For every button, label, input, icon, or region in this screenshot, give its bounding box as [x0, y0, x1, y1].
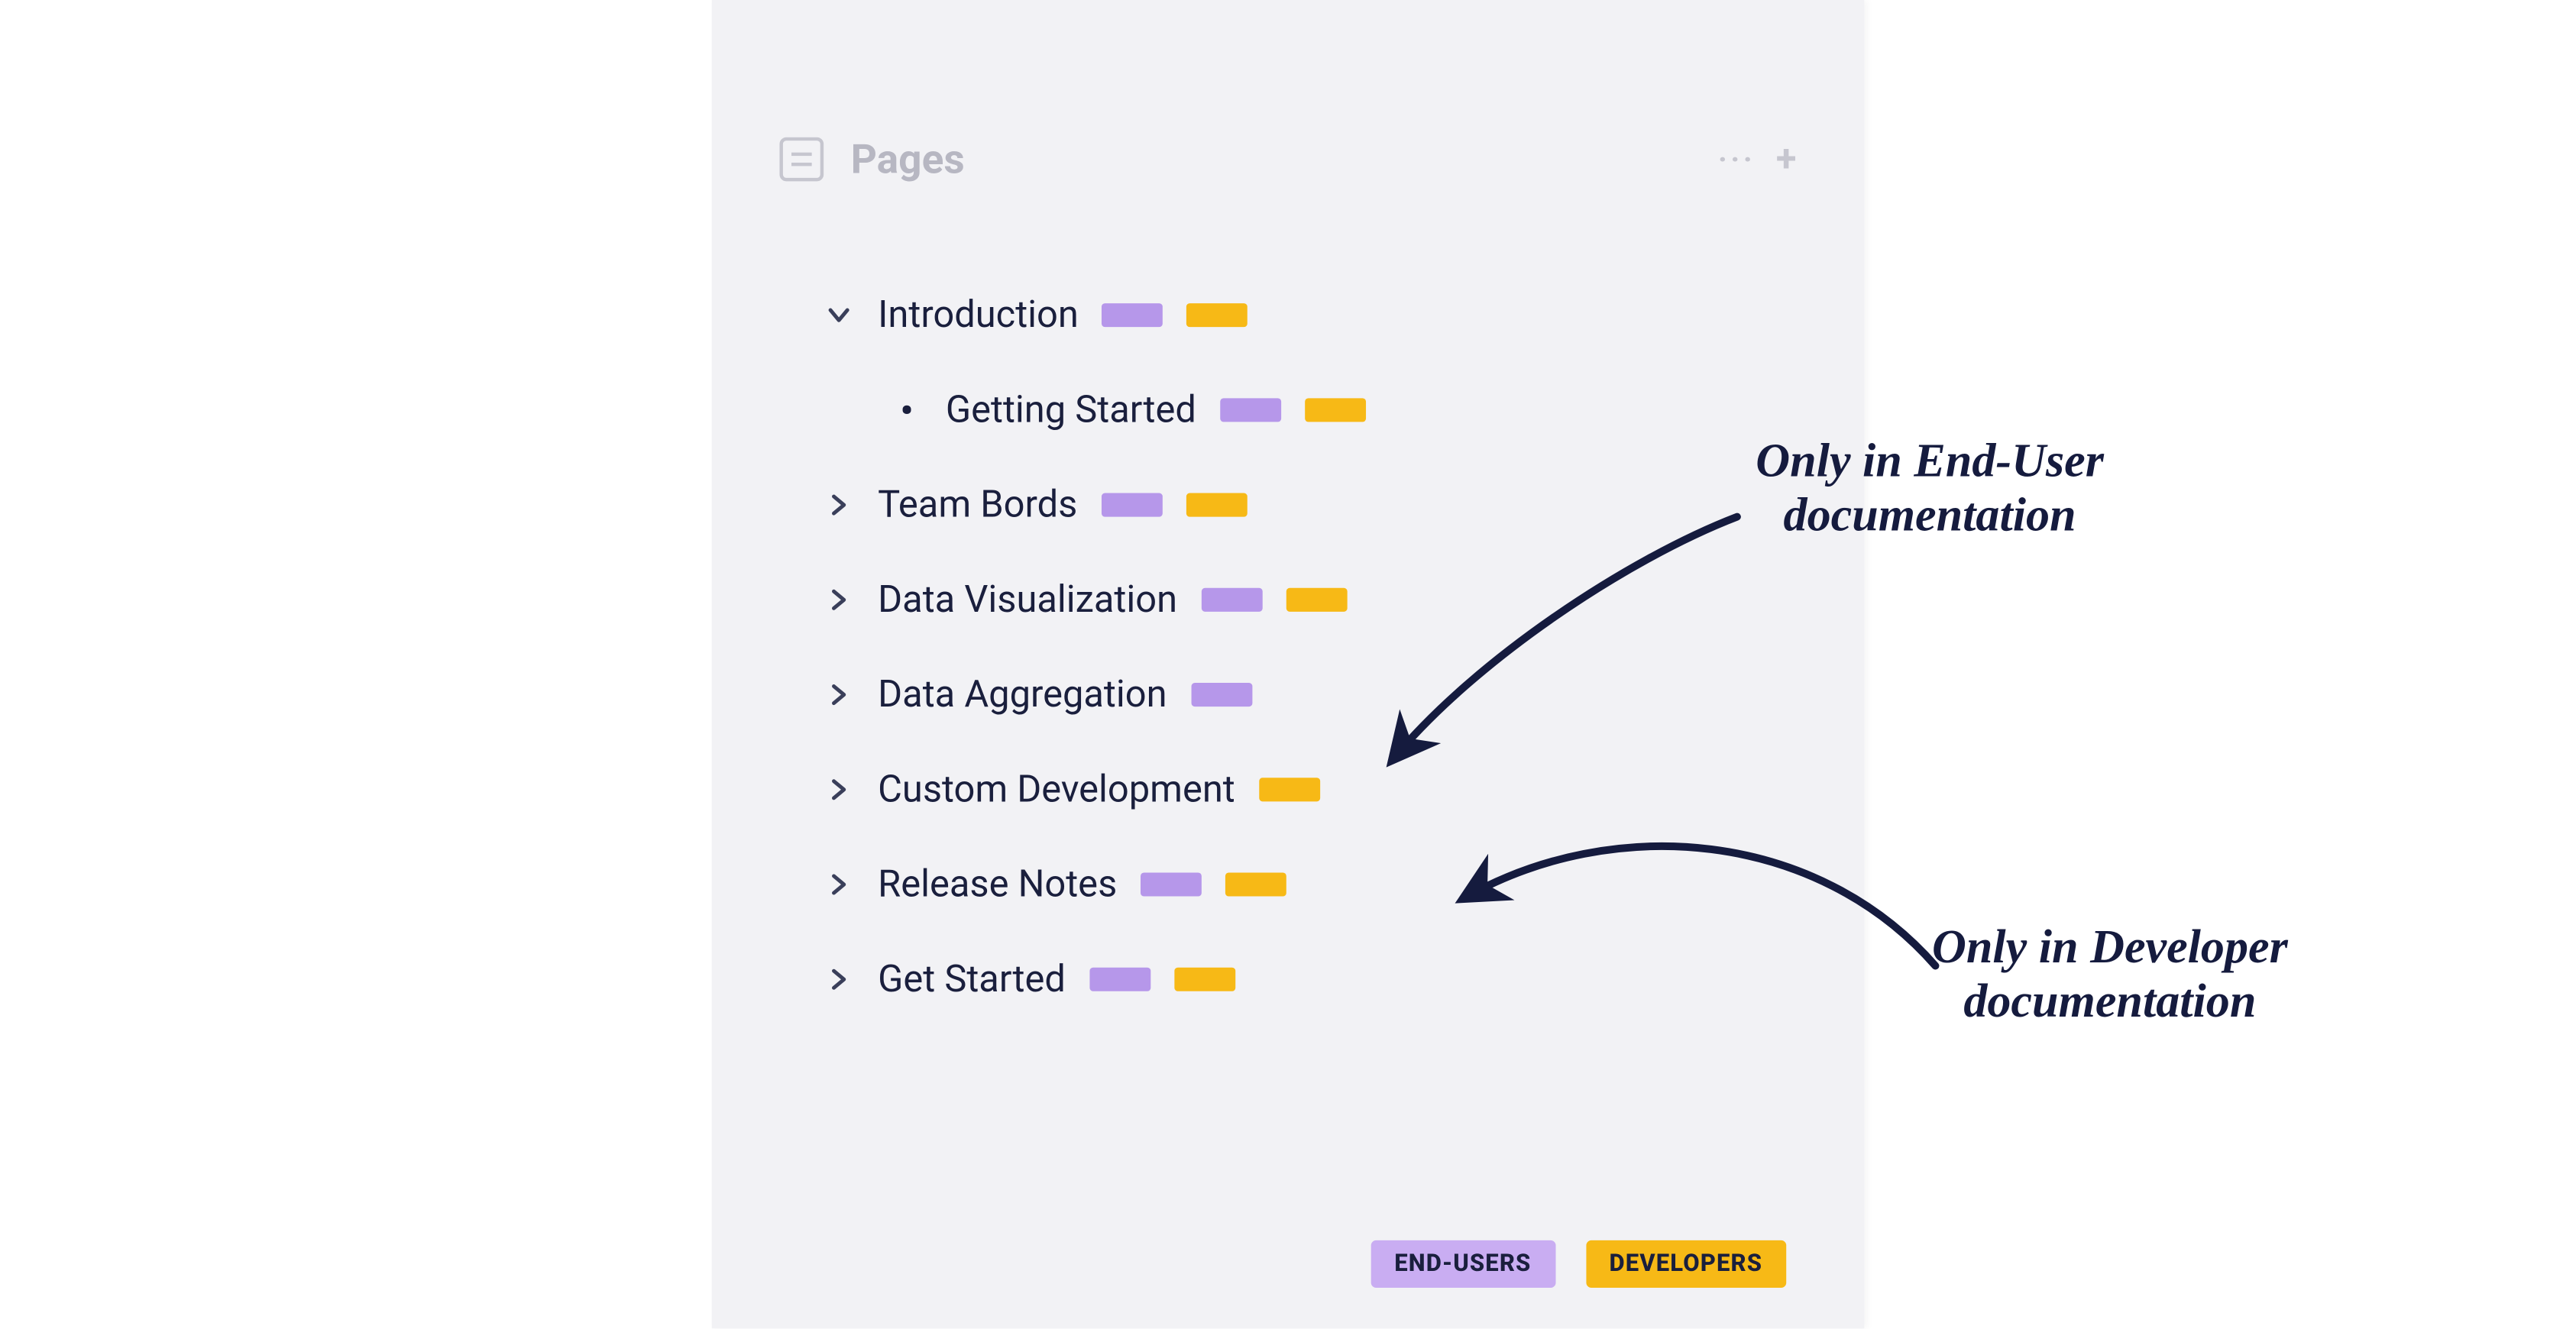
pages-header-actions: ··· +: [1718, 142, 1797, 179]
tag-yellow: [1186, 493, 1247, 517]
chevron-down-icon[interactable]: [824, 303, 854, 327]
chevron-right-icon[interactable]: [824, 683, 854, 707]
tag-purple: [1101, 493, 1162, 517]
chevron-right-icon[interactable]: [824, 872, 854, 896]
chevron-right-icon[interactable]: [824, 493, 854, 517]
tag-yellow: [1174, 968, 1235, 991]
pages-tree: Introduction • Getting Started Team Bords Da…: [779, 268, 1796, 1027]
add-page-icon[interactable]: +: [1776, 142, 1797, 179]
pages-title: Pages: [851, 135, 965, 183]
tree-row-label: Get Started: [878, 959, 1066, 1001]
tree-row-label: Introduction: [878, 294, 1079, 336]
tree-row[interactable]: Team Bords: [779, 458, 1796, 552]
chevron-right-icon[interactable]: [824, 968, 854, 991]
tree-row-label: Custom Development: [878, 768, 1235, 810]
tree-row-label: Data Aggregation: [878, 674, 1167, 716]
tree-row-label: Team Bords: [878, 483, 1077, 525]
tree-row-label: Data Visualization: [878, 579, 1177, 621]
annotation-developer: Only in Developer documentation: [1932, 922, 2288, 1031]
tree-row[interactable]: • Getting Started: [779, 363, 1796, 458]
tree-row-label: Getting Started: [946, 389, 1196, 431]
pages-panel: Pages ··· + Introduction • Getting Started…: [712, 0, 1865, 1328]
tree-row-label: Release Notes: [878, 863, 1117, 905]
tag-legend: END-USERS DEVELOPERS: [1371, 1240, 1786, 1288]
legend-end-users: END-USERS: [1371, 1240, 1555, 1288]
tag-purple: [1089, 968, 1150, 991]
tree-row[interactable]: Data Visualization: [779, 552, 1796, 647]
tag-purple: [1102, 303, 1163, 327]
more-icon[interactable]: ···: [1718, 146, 1756, 176]
tree-row[interactable]: Data Aggregation: [779, 647, 1796, 742]
tag-purple: [1201, 588, 1262, 612]
legend-developers: DEVELOPERS: [1585, 1240, 1786, 1288]
tag-yellow: [1305, 398, 1366, 422]
tag-yellow: [1225, 872, 1286, 896]
tag-yellow: [1259, 778, 1320, 801]
bullet-icon: •: [892, 390, 922, 430]
annotation-end-user: Only in End-User documentation: [1756, 435, 2104, 545]
tree-row[interactable]: Introduction: [779, 268, 1796, 363]
tag-yellow: [1286, 588, 1347, 612]
chevron-right-icon[interactable]: [824, 588, 854, 612]
tree-row[interactable]: Release Notes: [779, 837, 1796, 932]
pages-panel-header: Pages ··· +: [779, 135, 1796, 183]
illustration-stage: Pages ··· + Introduction • Getting Started…: [0, 0, 2576, 1328]
page-icon: [779, 137, 824, 182]
tree-row[interactable]: Custom Development: [779, 742, 1796, 837]
tag-purple: [1141, 872, 1202, 896]
tree-row[interactable]: Get Started: [779, 932, 1796, 1027]
tag-purple: [1220, 398, 1281, 422]
tag-purple: [1191, 683, 1252, 707]
tag-yellow: [1187, 303, 1248, 327]
chevron-right-icon[interactable]: [824, 778, 854, 801]
